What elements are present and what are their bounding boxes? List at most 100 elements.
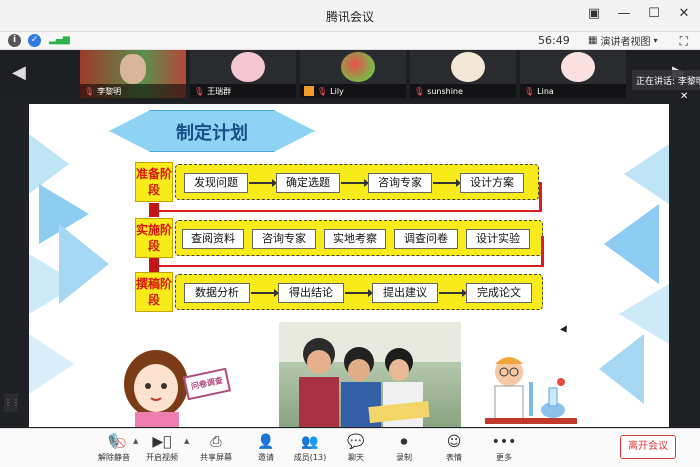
stage-row: 发现问题 确定选题 咨询专家 设计方案 [175,164,539,200]
arrow-right-icon [345,289,373,297]
participant-name: Lily [330,86,344,96]
members-button[interactable]: 👥 成员(13) [284,432,336,463]
slide-title-banner: 制定计划 [109,110,315,152]
pin-icon[interactable]: ▣ [586,6,602,21]
view-label: 演讲者视图 [600,37,651,48]
step-box: 咨询专家 [368,173,432,193]
drag-handle-icon[interactable]: ⋮⋮ [4,394,20,412]
leave-meeting-button[interactable]: 离开会议 [620,435,676,459]
more-label: 更多 [496,453,512,462]
record-label: 录制 [396,453,412,462]
share-screen-icon: ⎙ [210,434,222,450]
step-box: 完成论文 [466,283,532,303]
step-box: 提出建议 [372,283,438,303]
video-strip: ◀ 🎙李黎明 🎙王瑞群 🎙Lily 🎙sunshine 🎙Lina ▶ [0,50,700,102]
video-off-icon: ▶⃠ [152,434,172,450]
participant-name: sunshine [427,86,463,96]
fullscreen-icon[interactable]: ⛶ [680,34,688,49]
shared-screen: 制定计划 准备阶段 发现问题 确定选题 咨询专家 设计方案 实施阶段 查阅资料 … [29,104,669,427]
arrow-right-icon [439,289,467,297]
participant-tile[interactable]: 🎙 Lily [300,50,406,98]
scientist-illustration [481,352,581,427]
participant-face [120,54,146,84]
info-icon[interactable]: i [8,34,21,47]
emoji-button[interactable]: ☺ 表情 [428,432,480,463]
cartoon-girl-illustration: 问卷调查 [111,342,232,427]
mic-muted-icon: 🎙 [317,86,328,96]
shield-icon[interactable]: ✓ [28,34,41,47]
chat-label: 聊天 [348,453,364,462]
arrow-right-icon [251,289,279,297]
connector-line [539,182,542,212]
record-button[interactable]: ⏺ 录制 [378,432,430,463]
participant-tile[interactable]: 🎙 sunshine [410,50,516,98]
step-box: 设计方案 [460,173,524,193]
record-icon: ⏺ [400,434,408,450]
title-bar: 腾讯会议 ▣ — ☐ ✕ [0,0,700,32]
avatar [341,52,375,82]
members-icon: 👥 [301,434,319,450]
share-screen-button[interactable]: ⎙ 共享屏幕 [190,432,242,463]
step-box: 实地考察 [324,229,386,249]
step-box: 数据分析 [184,283,250,303]
step-box: 查阅资料 [182,229,244,249]
chat-button[interactable]: 💬 聊天 [330,432,382,463]
step-box: 咨询专家 [252,229,316,249]
stage-label: 实施阶段 [135,218,173,258]
start-video-button[interactable]: ▶⃠ 开启视频 [136,432,188,463]
more-button[interactable]: ••• 更多 [478,432,530,463]
mic-muted-icon: 🎙 [194,86,205,96]
share-screen-label: 共享屏幕 [200,453,232,462]
minimize-button[interactable]: — [616,6,632,21]
start-video-label: 开启视频 [146,453,178,462]
participant-tile[interactable]: 🎙 Lina [520,50,626,98]
mic-muted-icon: 🎙 [414,86,425,96]
step-box: 调查问卷 [394,229,458,249]
emoji-icon: ☺ [446,434,462,450]
slide-title: 制定计划 [176,123,248,144]
step-box: 确定选题 [276,173,340,193]
participant-name: 王瑞群 [207,86,232,96]
arrow-down-icon [149,258,159,272]
signal-icon[interactable]: ▂▄▆ [49,35,70,45]
avatar [451,52,485,82]
avatar-badge-icon [304,86,314,96]
connector-line [151,265,544,267]
unmute-label: 解除静音 [98,453,130,462]
arrow-right-icon [249,179,277,187]
emoji-label: 表情 [446,453,462,462]
participant-tile[interactable]: 🎙 李黎明 [80,50,186,98]
close-button[interactable]: ✕ [676,6,692,21]
grid-icon: ▦ [588,35,598,46]
avatar [561,52,595,82]
video-options-caret-icon[interactable]: ▲ [184,437,189,445]
mic-muted-icon: 🎙 [84,86,95,96]
maximize-button[interactable]: ☐ [646,6,662,21]
step-box: 设计实验 [466,229,530,249]
step-box: 得出结论 [278,283,344,303]
meeting-timer: 56:49 [538,34,570,47]
participant-name: Lina [537,86,554,96]
stage-label: 撰稿阶段 [135,272,173,312]
kids-experiment-photo [279,322,461,427]
speaking-indicator: 正在讲话: 李黎明 [632,70,700,90]
view-selector[interactable]: ▦ 演讲者视图 ▾ [588,33,657,48]
arrow-down-icon [149,203,159,217]
chevron-down-icon: ▾ [653,36,658,45]
info-bar: i ✓ ▂▄▆ 56:49 ▦ 演讲者视图 ▾ ⛶ [0,32,700,50]
stage-row: 查阅资料 咨询专家 实地考察 调查问卷 设计实验 [175,220,543,256]
connector-line [541,236,544,266]
participant-tile[interactable]: 🎙 王瑞群 [190,50,296,98]
more-icon: ••• [491,434,517,450]
meeting-toolbar: 🎙⃠ 解除静音 ▲ ▶⃠ 开启视频 ▲ ⎙ 共享屏幕 👤 邀请 👥 成员(13)… [0,428,700,467]
mic-muted-icon: 🎙 [524,86,535,96]
participant-name: 李黎明 [97,86,122,96]
step-box: 发现问题 [184,173,248,193]
chevron-left-icon[interactable]: ◀ [12,62,26,83]
chat-icon: 💬 [347,434,365,450]
avatar [231,52,265,82]
stage-row: 数据分析 得出结论 提出建议 完成论文 [175,274,543,310]
close-icon[interactable]: ✕ [680,91,688,102]
connector-line [151,210,542,212]
arrow-right-icon [341,179,369,187]
